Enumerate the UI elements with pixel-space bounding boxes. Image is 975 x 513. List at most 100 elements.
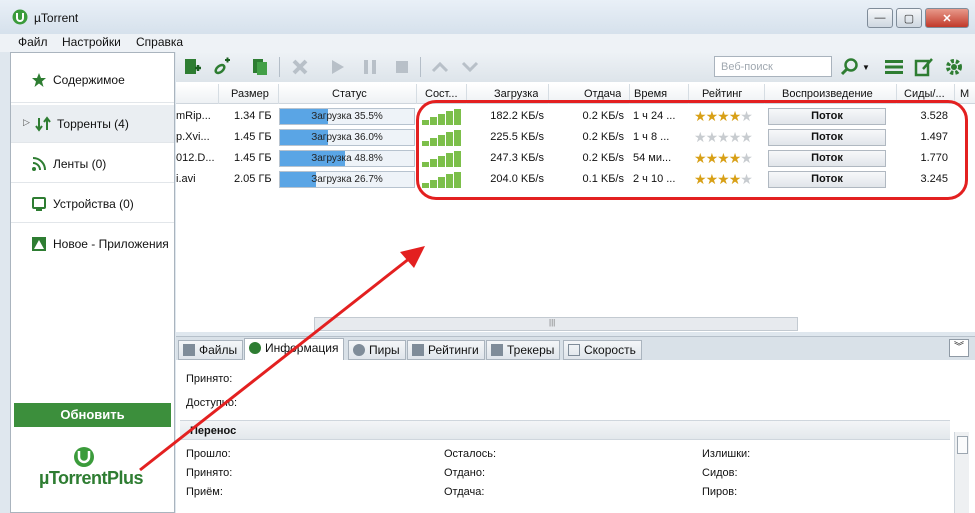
tab-speed[interactable]: Скорость bbox=[563, 340, 642, 360]
column-playback[interactable]: Воспроизведение bbox=[782, 88, 873, 100]
sidebar-item-feeds[interactable]: Ленты (0) bbox=[11, 145, 174, 183]
time-remaining: 1 ч 8 ... bbox=[633, 131, 670, 143]
table-row[interactable]: p.Xvi... 1.45 ГБ Загрузка 36.0% 225.5 KБ/s 0… bbox=[176, 127, 975, 148]
tab-ratings[interactable]: Рейтинги bbox=[407, 340, 485, 360]
rating-stars-icon[interactable]: ★★★★★ bbox=[694, 171, 753, 188]
torrent-size: 1.45 ГБ bbox=[234, 131, 272, 143]
expand-arrow-icon[interactable]: ▷ bbox=[23, 117, 30, 128]
search-button[interactable] bbox=[838, 55, 862, 79]
maximize-button[interactable]: ▢ bbox=[896, 8, 922, 28]
settings-button[interactable] bbox=[942, 55, 966, 79]
table-row[interactable]: i.avi 2.05 ГБ Загрузка 26.7% 204.0 KБ/s 0.1 … bbox=[176, 169, 975, 190]
received-label: Принято: bbox=[186, 373, 233, 385]
add-link-button[interactable] bbox=[210, 55, 234, 79]
pause-icon bbox=[364, 60, 376, 74]
field-uploaded: Отдано: bbox=[444, 467, 486, 479]
edit-note-icon bbox=[914, 58, 933, 77]
remove-button[interactable] bbox=[288, 55, 312, 79]
tab-label: Файлы bbox=[199, 343, 238, 357]
rating-stars-icon[interactable]: ★★★★★ bbox=[694, 129, 753, 146]
horizontal-scrollbar[interactable]: ||| bbox=[314, 317, 798, 331]
health-bars-icon bbox=[422, 172, 461, 188]
chevron-up-icon bbox=[431, 61, 449, 73]
column-rating[interactable]: Рейтинг bbox=[702, 88, 742, 100]
list-view-button[interactable] bbox=[882, 55, 906, 79]
update-button[interactable]: Обновить bbox=[14, 403, 171, 427]
stream-button[interactable]: Поток bbox=[768, 171, 886, 188]
stream-button[interactable]: Поток bbox=[768, 108, 886, 125]
menu-settings[interactable]: Настройки bbox=[62, 35, 121, 49]
table-row[interactable]: mRip... 1.34 ГБ Загрузка 35.5% 182.2 KБ/s 0.… bbox=[176, 106, 975, 127]
ratings-icon bbox=[412, 344, 424, 356]
move-down-button[interactable] bbox=[458, 55, 482, 79]
column-status[interactable]: Статус bbox=[332, 88, 367, 100]
status-progress-bar: Загрузка 26.7% bbox=[279, 171, 415, 188]
available-label: Доступно: bbox=[186, 397, 238, 409]
collapse-panel-button[interactable]: ︾ bbox=[949, 339, 969, 357]
add-file-icon bbox=[185, 59, 201, 74]
remote-button[interactable] bbox=[912, 55, 936, 79]
scroll-thumb[interactable] bbox=[957, 436, 968, 454]
start-button[interactable] bbox=[326, 55, 350, 79]
web-search-input[interactable]: Веб-поиск bbox=[714, 56, 832, 77]
search-dropdown[interactable]: ▼ bbox=[860, 55, 872, 79]
tab-trackers[interactable]: Трекеры bbox=[486, 340, 561, 360]
folder-icon bbox=[183, 344, 195, 356]
column-upload[interactable]: Отдача bbox=[584, 88, 621, 100]
table-row[interactable]: 012.D... 1.45 ГБ Загрузка 48.8% 247.3 KБ/s 0… bbox=[176, 148, 975, 169]
stream-button[interactable]: Поток bbox=[768, 150, 886, 167]
download-speed: 204.0 KБ/s bbox=[490, 173, 544, 185]
menu-help[interactable]: Справка bbox=[136, 35, 183, 49]
status-text: Загрузка 48.8% bbox=[311, 153, 383, 164]
vertical-scrollbar[interactable] bbox=[954, 432, 969, 513]
field-upload-speed: Отдача: bbox=[444, 486, 485, 498]
utorrent-plus-logo-text: µTorrentPlus bbox=[39, 468, 144, 488]
upload-speed: 0.2 KБ/s bbox=[582, 152, 624, 164]
create-torrent-button[interactable] bbox=[248, 55, 272, 79]
status-progress-bar: Загрузка 48.8% bbox=[279, 150, 415, 167]
status-progress-bar: Загрузка 35.5% bbox=[279, 108, 415, 125]
health-bars-icon bbox=[422, 151, 461, 167]
column-more[interactable]: М bbox=[960, 88, 969, 100]
tab-label: Трекеры bbox=[507, 343, 555, 357]
table-header: Размер Статус Сост... Загрузка Отдача Вр… bbox=[176, 84, 975, 104]
minimize-button[interactable]: — bbox=[867, 8, 893, 28]
column-health[interactable]: Сост... bbox=[425, 88, 465, 100]
sidebar-item-content[interactable]: Содержимое bbox=[11, 61, 174, 103]
download-speed: 225.5 KБ/s bbox=[490, 131, 544, 143]
column-download[interactable]: Загрузка bbox=[494, 88, 538, 100]
sidebar-item-torrents[interactable]: ▷ Торренты (4) bbox=[11, 105, 174, 143]
sidebar-item-label: Содержимое bbox=[53, 73, 125, 87]
tab-peers[interactable]: Пиры bbox=[348, 340, 406, 360]
field-download-speed: Приём: bbox=[186, 486, 223, 498]
tab-info[interactable]: Информация bbox=[244, 338, 345, 361]
column-seeds[interactable]: Сиды/... bbox=[904, 88, 952, 100]
sidebar-item-devices[interactable]: Устройства (0) bbox=[11, 185, 174, 223]
move-up-button[interactable] bbox=[428, 55, 452, 79]
transfer-arrows-icon bbox=[35, 116, 51, 132]
rating-stars-icon[interactable]: ★★★★★ bbox=[694, 150, 753, 167]
menu-file[interactable]: Файл bbox=[18, 35, 48, 49]
seeds-count: 1.770 bbox=[920, 152, 948, 164]
stop-button[interactable] bbox=[390, 55, 414, 79]
rss-icon bbox=[32, 157, 46, 171]
stream-button[interactable]: Поток bbox=[768, 129, 886, 146]
column-size[interactable]: Размер bbox=[231, 88, 269, 100]
add-torrent-button[interactable] bbox=[180, 55, 204, 79]
title-bar: µTorrent — ▢ ✕ bbox=[0, 0, 975, 34]
close-button[interactable]: ✕ bbox=[925, 8, 969, 28]
sidebar-item-apps[interactable]: Новое - Приложения bbox=[11, 225, 174, 263]
time-remaining: 54 ми... bbox=[633, 152, 672, 164]
menu-bar: Файл Настройки Справка bbox=[0, 34, 975, 52]
chevron-down-icon: ▼ bbox=[862, 62, 870, 72]
star-icon bbox=[32, 73, 46, 87]
column-time[interactable]: Время bbox=[634, 88, 667, 100]
tab-files[interactable]: Файлы bbox=[178, 340, 244, 360]
pause-button[interactable] bbox=[358, 55, 382, 79]
sidebar-item-label: Торренты (4) bbox=[57, 117, 129, 131]
tab-label: Скорость bbox=[584, 343, 636, 357]
sidebar-item-label: Устройства (0) bbox=[53, 197, 134, 211]
torrent-list[interactable]: Размер Статус Сост... Загрузка Отдача Вр… bbox=[176, 82, 975, 332]
rating-stars-icon[interactable]: ★★★★★ bbox=[694, 108, 753, 125]
play-icon bbox=[332, 60, 344, 74]
